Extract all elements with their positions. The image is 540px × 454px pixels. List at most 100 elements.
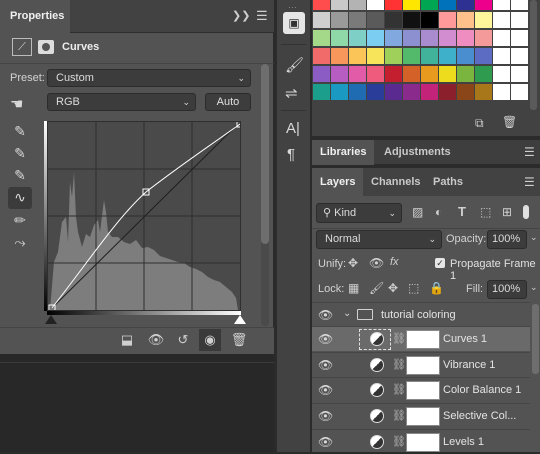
color-swatch[interactable] <box>313 12 330 28</box>
visibility-eye-icon[interactable]: ◉ <box>199 329 221 351</box>
color-swatch[interactable] <box>367 66 384 82</box>
link-icon[interactable]: ⛓ <box>392 332 406 345</box>
new-swatch-icon[interactable]: ⧉ <box>475 116 484 131</box>
lock-position-icon[interactable]: ✥ <box>388 281 398 295</box>
color-swatch[interactable] <box>349 0 366 10</box>
color-swatch[interactable] <box>457 0 474 10</box>
color-swatch[interactable] <box>439 30 456 46</box>
visibility-eye-icon[interactable]: 👁 <box>318 332 333 346</box>
color-swatch[interactable] <box>439 12 456 28</box>
link-icon[interactable]: ⛓ <box>392 383 406 396</box>
visibility-eye-icon[interactable]: 👁 <box>318 383 333 397</box>
color-swatch[interactable] <box>421 48 438 64</box>
curves-adjustment-icon[interactable]: ⟋ <box>12 38 32 56</box>
fill-input[interactable]: 100% <box>487 280 527 299</box>
scrollbar[interactable] <box>261 64 269 326</box>
color-swatch[interactable] <box>385 66 402 82</box>
color-swatch[interactable] <box>331 66 348 82</box>
paragraph-icon[interactable]: ¶ <box>287 146 295 163</box>
color-swatch[interactable] <box>367 30 384 46</box>
color-swatch[interactable] <box>403 48 420 64</box>
color-swatch[interactable] <box>421 30 438 46</box>
white-slider-icon[interactable] <box>234 315 246 324</box>
color-swatch[interactable] <box>313 30 330 46</box>
filter-toggle[interactable] <box>523 205 529 219</box>
visibility-eye-icon[interactable]: 👁 <box>318 358 333 372</box>
color-swatch[interactable] <box>349 48 366 64</box>
filter-shape-icon[interactable]: ⬚ <box>480 205 491 219</box>
tab-adjustments[interactable]: Adjustments <box>376 140 459 165</box>
color-swatch[interactable] <box>457 84 474 100</box>
visibility-eye-icon[interactable]: 👁 <box>318 435 333 449</box>
color-swatch[interactable] <box>385 84 402 100</box>
color-swatch[interactable] <box>493 0 510 10</box>
3d-panel-icon[interactable]: ▣ <box>283 12 305 34</box>
layer-mask-thumbnail[interactable] <box>406 330 440 349</box>
color-swatch[interactable] <box>349 84 366 100</box>
color-swatch[interactable] <box>421 0 438 10</box>
opacity-input[interactable]: 100% <box>487 230 527 249</box>
color-swatch[interactable] <box>403 0 420 10</box>
layer-row-levels[interactable]: 👁 ⛓ Levels 1 <box>312 429 530 454</box>
clip-to-layer-icon[interactable]: ⬓ <box>116 329 138 351</box>
color-swatch[interactable] <box>511 66 528 82</box>
layer-mask-thumbnail[interactable] <box>406 407 440 426</box>
scroll-thumb[interactable] <box>261 64 269 244</box>
color-swatch[interactable] <box>439 66 456 82</box>
color-swatch[interactable] <box>385 12 402 28</box>
unify-style-icon[interactable]: fx <box>390 256 399 268</box>
black-slider-icon[interactable] <box>45 315 57 324</box>
lock-image-icon[interactable]: 🖌 <box>369 281 384 295</box>
color-swatch[interactable] <box>439 48 456 64</box>
color-swatch[interactable] <box>403 30 420 46</box>
color-swatch[interactable] <box>331 0 348 10</box>
color-swatch[interactable] <box>403 12 420 28</box>
color-swatch[interactable] <box>367 84 384 100</box>
tab-paths[interactable]: Paths <box>425 168 471 196</box>
chevron-down-icon[interactable]: ⌄ <box>343 308 351 319</box>
channel-select[interactable]: RGB ⌄ <box>47 93 196 111</box>
on-image-adjust-icon[interactable]: ☚ <box>10 95 23 113</box>
color-swatch[interactable] <box>457 30 474 46</box>
unify-position-icon[interactable]: ✥ <box>348 256 358 270</box>
curve-point-tool-icon[interactable]: ∿ <box>8 187 32 209</box>
tab-libraries[interactable]: Libraries <box>312 140 375 165</box>
color-swatch[interactable] <box>331 12 348 28</box>
color-swatch[interactable] <box>457 12 474 28</box>
filter-smart-object-icon[interactable]: ⊞ <box>502 205 512 219</box>
panel-menu-icon[interactable]: ☰ <box>524 175 535 189</box>
panel-menu-icon[interactable]: ☰ <box>524 145 535 159</box>
color-swatch[interactable] <box>313 84 330 100</box>
gray-point-eyedropper-icon[interactable]: ✎ <box>10 143 30 163</box>
color-swatch[interactable] <box>421 12 438 28</box>
visibility-eye-icon[interactable]: 👁 <box>318 308 333 322</box>
color-swatch[interactable] <box>367 0 384 10</box>
color-swatch[interactable] <box>475 66 492 82</box>
brush-icon[interactable]: 🖌 <box>285 56 304 74</box>
black-point-eyedropper-icon[interactable]: ✎ <box>10 121 30 141</box>
visibility-eye-icon[interactable]: 👁 <box>318 409 333 423</box>
color-swatch[interactable] <box>385 30 402 46</box>
color-swatch[interactable] <box>493 30 510 46</box>
view-previous-icon[interactable]: 👁 <box>145 329 167 351</box>
color-swatch[interactable] <box>331 48 348 64</box>
color-swatch[interactable] <box>385 48 402 64</box>
chevron-down-icon[interactable]: ⌄ <box>530 282 538 293</box>
color-swatch[interactable] <box>511 84 528 100</box>
color-swatch[interactable] <box>349 30 366 46</box>
lock-artboard-icon[interactable]: ⬚ <box>408 281 419 295</box>
tab-layers[interactable]: Layers <box>312 168 364 196</box>
filter-adjustment-icon[interactable]: ◐ <box>435 205 442 219</box>
smooth-curve-icon[interactable]: ⤳ <box>10 232 30 252</box>
color-swatch[interactable] <box>475 0 492 10</box>
link-icon[interactable]: ⛓ <box>392 409 406 422</box>
panel-menu-icon[interactable]: ☰ <box>256 8 268 24</box>
white-point-eyedropper-icon[interactable]: ✎ <box>10 165 30 185</box>
link-icon[interactable]: ⛓ <box>392 358 406 371</box>
color-swatch[interactable] <box>349 12 366 28</box>
auto-button[interactable]: Auto <box>205 93 251 111</box>
unify-visibility-icon[interactable]: 👁 <box>369 256 384 270</box>
color-swatch[interactable] <box>331 30 348 46</box>
color-swatch[interactable] <box>475 12 492 28</box>
color-swatch[interactable] <box>511 48 528 64</box>
